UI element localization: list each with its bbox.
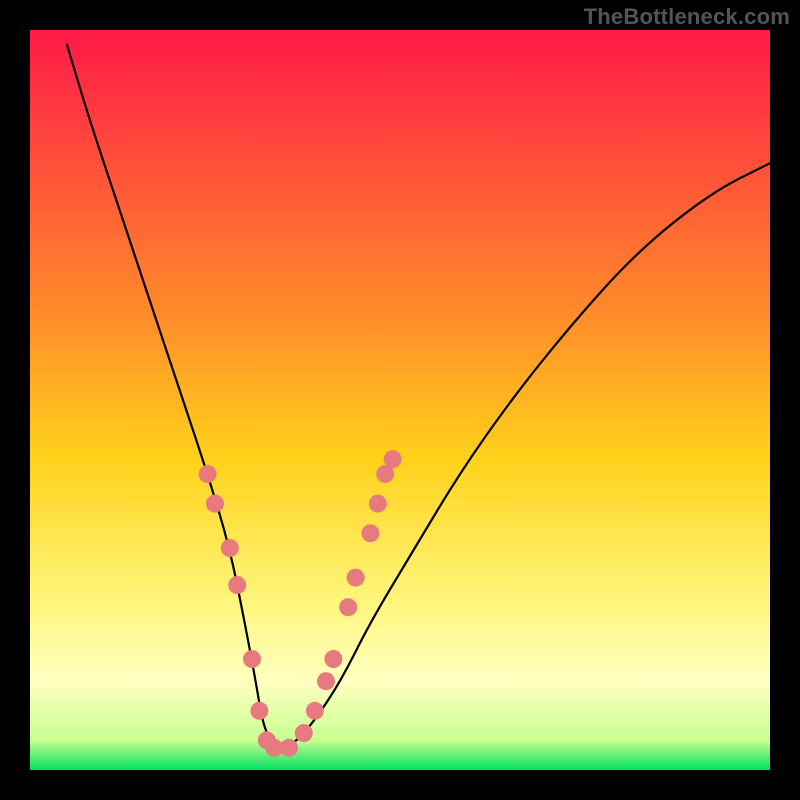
chart-svg	[0, 0, 800, 800]
curve-marker	[384, 450, 402, 468]
curve-marker	[369, 495, 387, 513]
curve-marker	[221, 539, 239, 557]
curve-marker	[324, 650, 342, 668]
curve-marker	[243, 650, 261, 668]
plot-background	[30, 30, 770, 770]
curve-marker	[250, 702, 268, 720]
curve-marker	[206, 495, 224, 513]
curve-marker	[306, 702, 324, 720]
curve-marker	[317, 672, 335, 690]
curve-marker	[361, 524, 379, 542]
curve-marker	[339, 598, 357, 616]
curve-marker	[280, 739, 298, 757]
attribution-text: TheBottleneck.com	[584, 4, 790, 30]
curve-marker	[228, 576, 246, 594]
chart-frame: TheBottleneck.com	[0, 0, 800, 800]
curve-marker	[295, 724, 313, 742]
curve-marker	[199, 465, 217, 483]
curve-marker	[347, 569, 365, 587]
